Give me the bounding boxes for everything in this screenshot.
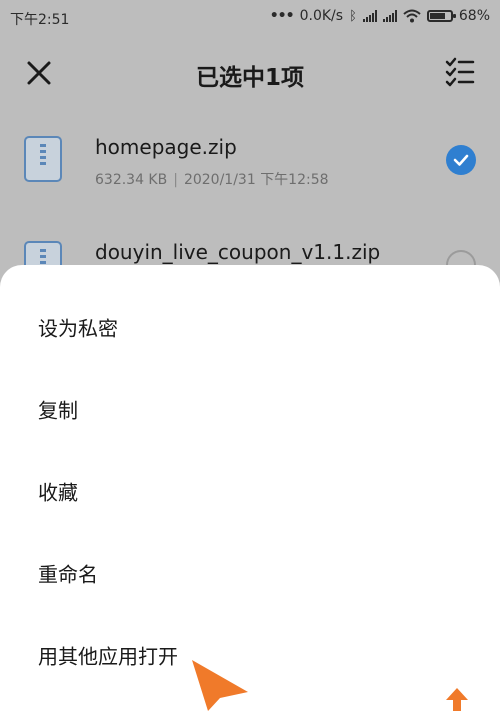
file-name: homepage.zip: [95, 135, 237, 159]
menu-item-set-private[interactable]: 设为私密: [0, 286, 500, 368]
menu-item-label: 重命名: [38, 562, 98, 587]
battery-icon: [426, 10, 456, 22]
menu-item-label: 用其他应用打开: [38, 644, 178, 669]
menu-item-favorite[interactable]: 收藏: [0, 450, 500, 532]
bluetooth-icon: ᛒ: [349, 8, 357, 24]
selection-title-bar: 已选中1项: [0, 44, 500, 100]
menu-item-open-with[interactable]: 用其他应用打开: [0, 614, 500, 696]
menu-item-label: 设为私密: [38, 316, 118, 341]
file-row[interactable]: homepage.zip 632.34 KB | 2020/1/31 下午12:58: [0, 115, 500, 205]
status-time: 下午2:51: [10, 12, 70, 28]
pointer-arrow-icon: [192, 660, 248, 711]
more-dots-icon: •••: [269, 8, 295, 24]
file-name: douyin_live_coupon_v1.1.zip: [95, 240, 381, 264]
file-meta: 632.34 KB | 2020/1/31 下午12:58: [95, 169, 329, 189]
zip-file-icon: [24, 136, 62, 182]
battery-percent: 68%: [458, 8, 490, 24]
file-size: 632.34 KB: [95, 172, 168, 188]
menu-item-rename[interactable]: 重命名: [0, 532, 500, 614]
selected-checkbox[interactable]: [446, 145, 476, 175]
select-all-button[interactable]: [444, 56, 476, 88]
menu-item-label: 收藏: [38, 480, 78, 505]
signal-icon: [362, 10, 377, 22]
wifi-icon: [403, 9, 421, 23]
status-indicators: ••• 0.0K/s ᛒ 68%: [270, 8, 490, 24]
page-title: 已选中1项: [195, 65, 304, 91]
status-bar: 下午2:51 ••• 0.0K/s ᛒ 68%: [0, 0, 500, 34]
checklist-icon: [445, 57, 475, 87]
net-speed: 0.0K/s: [299, 8, 344, 24]
arrow-up-icon: [446, 688, 468, 711]
check-icon: [453, 154, 469, 166]
signal-icon: [382, 10, 397, 22]
menu-item-label: 复制: [38, 398, 78, 423]
file-date: 2020/1/31 下午12:58: [183, 172, 329, 188]
meta-separator: |: [173, 172, 178, 188]
battery-fill: [429, 13, 445, 19]
action-bottom-sheet: 设为私密 复制 收藏 重命名 用其他应用打开: [0, 265, 500, 711]
menu-item-copy[interactable]: 复制: [0, 368, 500, 450]
